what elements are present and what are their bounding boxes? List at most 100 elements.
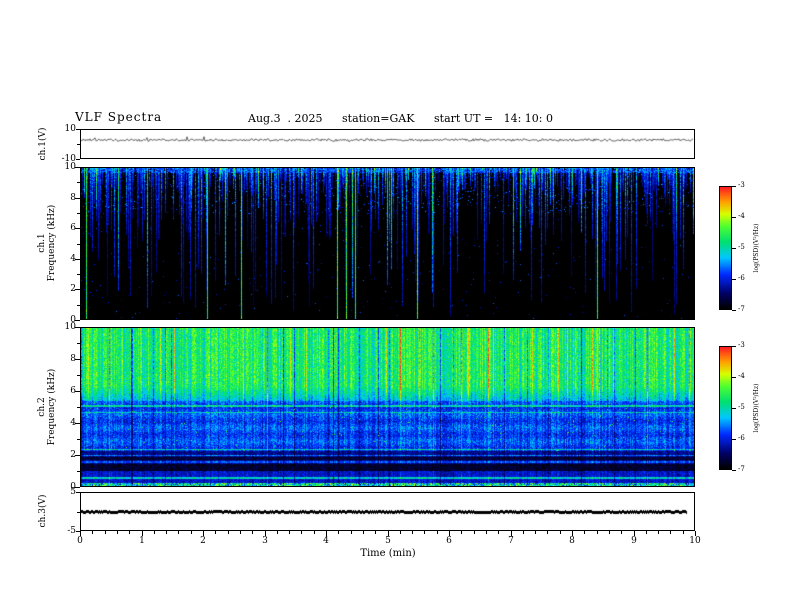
y-tick-mark (76, 492, 80, 493)
colorbar-tick-label: -3 (738, 341, 745, 349)
ch3-voltage-panel (80, 492, 695, 531)
ch2-colorbar-canvas (720, 347, 731, 469)
ch1-voltage-axis-label-text: ch.1(V) (38, 127, 48, 161)
y-minor-tick-mark (77, 512, 80, 513)
colorbar-tick-label: -5 (738, 403, 745, 411)
x-minor-tick-mark (166, 531, 167, 534)
x-minor-tick-mark (621, 531, 622, 534)
y-tick-label: -10 (61, 154, 77, 164)
x-tick-label: 4 (323, 536, 329, 546)
ch2-label-line1: ch.2 (37, 397, 47, 417)
colorbar-tick-mark (732, 377, 736, 378)
x-minor-tick-mark (191, 531, 192, 534)
x-minor-tick-mark (584, 531, 585, 534)
y-tick-label: 4 (70, 254, 76, 264)
x-tick-label: 10 (689, 536, 701, 546)
ch3-voltage-trace-canvas (81, 493, 694, 530)
ch1-colorbar-label: log(PSD)(V²/Hz) (753, 203, 761, 293)
x-minor-tick-mark (560, 531, 561, 534)
y-tick-label: 6 (70, 223, 76, 233)
ch2-colorbar-label: log(PSD)(V²/Hz) (753, 363, 761, 453)
x-tick-label: 9 (631, 536, 637, 546)
y-tick-mark (76, 129, 80, 130)
y-tick-label: 5 (70, 487, 76, 497)
y-tick-label: 10 (64, 124, 76, 134)
ch2-spectrogram-canvas (81, 328, 694, 486)
x-minor-tick-mark (547, 531, 548, 534)
ch3-voltage-axis-label: ch.3(V) (38, 481, 50, 541)
y-tick-mark (77, 213, 80, 214)
y-tick-label: 8 (70, 193, 76, 203)
y-minor-tick-mark (77, 144, 80, 145)
x-minor-tick-mark (105, 531, 106, 534)
colorbar-tick-mark (732, 248, 736, 249)
colorbar-tick-label: -4 (738, 212, 745, 220)
colorbar-tick-mark (732, 346, 736, 347)
y-tick-label: 2 (70, 450, 76, 460)
ch1-colorbar-label-text: log(PSD)(V²/Hz) (753, 223, 760, 273)
x-minor-tick-mark (424, 531, 425, 534)
vlf-spectra-figure: VLF Spectra Aug.3 . 2025 station=GAK sta… (0, 0, 792, 612)
x-minor-tick-mark (498, 531, 499, 534)
x-minor-tick-mark (412, 531, 413, 534)
y-tick-mark (76, 531, 80, 532)
y-tick-label: 2 (70, 284, 76, 294)
x-minor-tick-mark (646, 531, 647, 534)
x-tick-label: 8 (569, 536, 575, 546)
y-tick-label: 6 (70, 386, 76, 396)
colorbar-tick-mark (732, 470, 736, 471)
x-minor-tick-mark (486, 531, 487, 534)
y-tick-label: -5 (67, 526, 76, 536)
x-minor-tick-mark (215, 531, 216, 534)
ch2-label-line2: Frequency (kHz) (47, 368, 57, 446)
y-tick-label: 10 (64, 322, 76, 332)
colorbar-tick-label: -4 (738, 372, 745, 380)
start-ut-label: start UT = 14: 10: 0 (434, 112, 554, 125)
ch2-frequency-axis-label: ch.2 Frequency (kHz) (37, 347, 57, 467)
x-minor-tick-mark (351, 531, 352, 534)
x-minor-tick-mark (597, 531, 598, 534)
x-minor-tick-mark (92, 531, 93, 534)
x-minor-tick-mark (363, 531, 364, 534)
y-tick-label: 4 (70, 418, 76, 428)
x-minor-tick-mark (609, 531, 610, 534)
x-tick-label: 7 (508, 536, 514, 546)
x-minor-tick-mark (658, 531, 659, 534)
ch1-voltage-trace-canvas (81, 130, 694, 158)
x-minor-tick-mark (375, 531, 376, 534)
x-minor-tick-mark (461, 531, 462, 534)
ch1-label-line1: ch.1 (37, 233, 47, 253)
ch1-spectrogram-canvas (81, 168, 694, 319)
ch2-colorbar (719, 346, 732, 470)
x-minor-tick-mark (178, 531, 179, 534)
x-minor-tick-mark (277, 531, 278, 534)
x-minor-tick-mark (117, 531, 118, 534)
x-minor-tick-mark (154, 531, 155, 534)
x-minor-tick-mark (301, 531, 302, 534)
date-label: Aug.3 . 2025 (248, 112, 323, 125)
figure-title: VLF Spectra (75, 110, 163, 124)
colorbar-tick-label: -7 (738, 305, 745, 313)
ch1-voltage-panel (80, 129, 695, 159)
ch1-spectrogram-panel (80, 167, 695, 320)
ch2-spectrogram-panel (80, 327, 695, 487)
y-tick-mark (77, 343, 80, 344)
colorbar-tick-mark (732, 279, 736, 280)
ch1-colorbar-canvas (720, 187, 731, 309)
colorbar-tick-label: -6 (738, 434, 745, 442)
x-tick-label: 6 (446, 536, 452, 546)
y-tick-mark (77, 305, 80, 306)
time-axis-label: Time (min) (360, 548, 416, 559)
colorbar-tick-label: -3 (738, 181, 745, 189)
y-tick-mark (77, 375, 80, 376)
ch1-voltage-axis-label: ch.1(V) (38, 114, 50, 174)
y-tick-mark (77, 244, 80, 245)
x-minor-tick-mark (535, 531, 536, 534)
y-tick-mark (76, 159, 80, 160)
x-minor-tick-mark (523, 531, 524, 534)
x-tick-label: 2 (200, 536, 206, 546)
x-minor-tick-mark (338, 531, 339, 534)
colorbar-tick-mark (732, 217, 736, 218)
ch1-colorbar (719, 186, 732, 310)
x-minor-tick-mark (683, 531, 684, 534)
